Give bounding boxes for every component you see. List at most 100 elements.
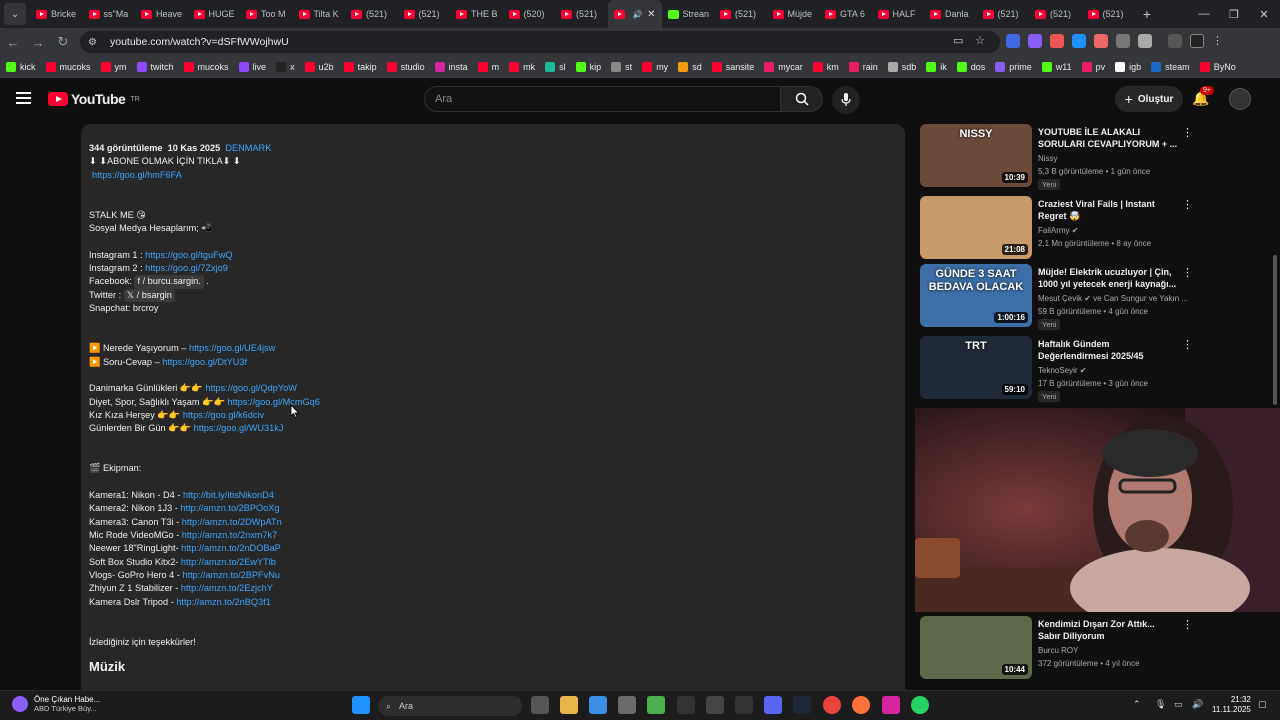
description-link[interactable]: https://goo.gl/QdpYoW xyxy=(205,383,297,393)
video-title[interactable]: YOUTUBE İLE ALAKALI SORULARI CEVAPLIYORU… xyxy=(1038,126,1178,150)
related-video-card[interactable]: GÜNDE 3 SAAT BEDAVA OLACAK 1:00:16 Müjde! … xyxy=(920,264,1260,330)
app-icon[interactable] xyxy=(735,696,753,714)
reading-list-icon[interactable] xyxy=(1168,34,1182,48)
reload-button[interactable]: ↻ xyxy=(51,30,75,54)
tab-search-button[interactable]: ⌄ xyxy=(4,3,26,25)
related-video-card[interactable]: 10:44 Kendimizi Dışarı Zor Attık... Sabır… xyxy=(920,616,1260,682)
bookmark-item[interactable]: twitch xyxy=(136,61,174,72)
hashtag-link[interactable]: DENMARK xyxy=(225,143,271,153)
bookmark-item[interactable]: kip xyxy=(575,61,601,72)
browser-tab[interactable]: (521) xyxy=(977,0,1030,28)
extension-icon[interactable] xyxy=(1094,34,1108,48)
bookmark-item[interactable]: insta xyxy=(434,61,468,72)
file-explorer-icon[interactable] xyxy=(560,696,578,714)
bookmark-item[interactable]: takip xyxy=(343,61,377,72)
channel-name[interactable]: Burcu ROY xyxy=(1038,646,1078,655)
discord-icon[interactable] xyxy=(764,696,782,714)
bookmark-item[interactable]: sansite xyxy=(711,61,754,72)
bookmark-item[interactable]: mycar xyxy=(764,61,803,72)
start-button-icon[interactable] xyxy=(352,696,370,714)
description-link[interactable]: http://amzn.to/2nxm7k7 xyxy=(182,530,278,540)
browser-tab[interactable]: Too M xyxy=(240,0,293,28)
bookmark-item[interactable]: my xyxy=(642,61,668,72)
description-link[interactable]: http://amzn.to/2BPOoXg xyxy=(180,503,279,513)
browser-tab[interactable]: (521) xyxy=(555,0,608,28)
bookmark-item[interactable]: igb xyxy=(1115,61,1141,72)
related-video-card[interactable]: 21:08 Craziest Viral Fails | Instant Regr… xyxy=(920,196,1260,262)
minimize-button[interactable]: — xyxy=(1188,0,1220,28)
browser-tab[interactable]: Danla xyxy=(924,0,977,28)
voice-search-button[interactable] xyxy=(832,86,860,114)
bookmark-item[interactable]: u2b xyxy=(304,61,334,72)
related-video-card[interactable]: NISSY 10:39 YOUTUBE İLE ALAKALI SORULARI C… xyxy=(920,124,1260,190)
extension-icon[interactable] xyxy=(1006,34,1020,48)
app-icon[interactable] xyxy=(677,696,695,714)
description-link[interactable]: http://amzn.to/2DWpATn xyxy=(182,517,282,527)
extension-icon[interactable] xyxy=(1028,34,1042,48)
extension-icon[interactable] xyxy=(1050,34,1064,48)
browser-tab[interactable]: Strean xyxy=(662,0,715,28)
bookmark-item[interactable]: studio xyxy=(386,61,425,72)
extension-icon[interactable] xyxy=(1116,34,1130,48)
close-window-button[interactable]: ✕ xyxy=(1248,0,1280,28)
bookmark-item[interactable]: sdb xyxy=(887,61,916,72)
search-button[interactable] xyxy=(781,86,823,112)
description-link[interactable]: http://amzn.to/2nBQ3f1 xyxy=(176,597,270,607)
new-tab-button[interactable]: + xyxy=(1134,6,1160,22)
bookmark-item[interactable]: dos xyxy=(956,61,985,72)
store-icon[interactable] xyxy=(589,696,607,714)
browser-menu-icon[interactable]: ⋮ xyxy=(1212,34,1226,48)
search-box[interactable] xyxy=(424,86,781,112)
bookmark-item[interactable]: w11 xyxy=(1041,61,1072,72)
video-thumbnail[interactable]: 10:44 xyxy=(920,616,1032,679)
bookmark-item[interactable]: prime xyxy=(995,61,1032,72)
related-video-card[interactable]: TRT 59:10 Haftalık Gündem Değerlendirmesi … xyxy=(920,336,1260,402)
browser-tab[interactable]: THE B xyxy=(450,0,503,28)
browser-tab[interactable]: (521) xyxy=(714,0,767,28)
browser-tab[interactable]: HUGE xyxy=(188,0,241,28)
scrollbar[interactable] xyxy=(1273,255,1277,405)
social-chip[interactable]: f / burcu.sargin. xyxy=(134,275,204,289)
browser-tab[interactable]: HALF xyxy=(872,0,925,28)
microphone-icon[interactable]: 🎙 xyxy=(1155,699,1166,710)
more-actions-icon[interactable]: ⋮ xyxy=(1182,338,1193,351)
profile-icon[interactable] xyxy=(1190,34,1204,48)
video-thumbnail[interactable]: 21:08 xyxy=(920,196,1032,259)
browser-tab[interactable]: (520) xyxy=(503,0,556,28)
description-link[interactable]: https://goo.gl/DtYU3f xyxy=(162,357,247,367)
firefox-icon[interactable] xyxy=(852,696,870,714)
omnibox[interactable]: ⚙ ▭ ☆ xyxy=(80,31,1000,53)
browser-tab[interactable]: Heave xyxy=(135,0,188,28)
task-view-icon[interactable] xyxy=(531,696,549,714)
more-actions-icon[interactable]: ⋮ xyxy=(1182,198,1193,211)
url-input[interactable] xyxy=(110,36,810,48)
description-link[interactable]: https://goo.gl/McmGq6 xyxy=(227,397,319,407)
app-icon[interactable] xyxy=(706,696,724,714)
browser-tab[interactable]: (521) xyxy=(345,0,398,28)
bookmark-item[interactable]: live xyxy=(238,61,266,72)
video-title[interactable]: Haftalık Gündem Değerlendirmesi 2025/45 xyxy=(1038,338,1178,362)
video-thumbnail[interactable]: GÜNDE 3 SAAT BEDAVA OLACAK 1:00:16 xyxy=(920,264,1032,327)
more-actions-icon[interactable]: ⋮ xyxy=(1182,618,1193,631)
bookmark-item[interactable]: st xyxy=(611,61,632,72)
chrome-icon[interactable] xyxy=(823,696,841,714)
bookmark-item[interactable]: mucoks xyxy=(183,61,229,72)
description-link[interactable]: https://goo.gl/UE4jsw xyxy=(189,343,275,353)
browser-tab[interactable]: (521) xyxy=(1082,0,1135,28)
instagram-icon[interactable] xyxy=(882,696,900,714)
browser-tab[interactable]: Bricke xyxy=(30,0,83,28)
cast-icon[interactable]: ▭ xyxy=(953,34,963,47)
search-input[interactable] xyxy=(425,87,765,111)
more-actions-icon[interactable]: ⋮ xyxy=(1182,126,1193,139)
browser-tab[interactable]: 🔊 ✕ xyxy=(607,0,662,28)
menu-icon[interactable] xyxy=(16,92,31,104)
browser-tab[interactable]: ss"Ma xyxy=(83,0,136,28)
bookmark-item[interactable]: ByNo xyxy=(1199,61,1236,72)
bookmark-item[interactable]: sd xyxy=(678,61,702,72)
browser-tab[interactable]: (521) xyxy=(398,0,451,28)
audio-playing-icon[interactable]: 🔊 xyxy=(633,10,643,19)
description-link[interactable]: https://goo.gl/hmF6FA xyxy=(92,170,182,180)
description-link[interactable]: https://goo.gl/k6dciv xyxy=(183,410,264,420)
description-link[interactable]: https://goo.gl/7Zxjo9 xyxy=(145,263,228,273)
extensions-puzzle-icon[interactable] xyxy=(1138,34,1152,48)
